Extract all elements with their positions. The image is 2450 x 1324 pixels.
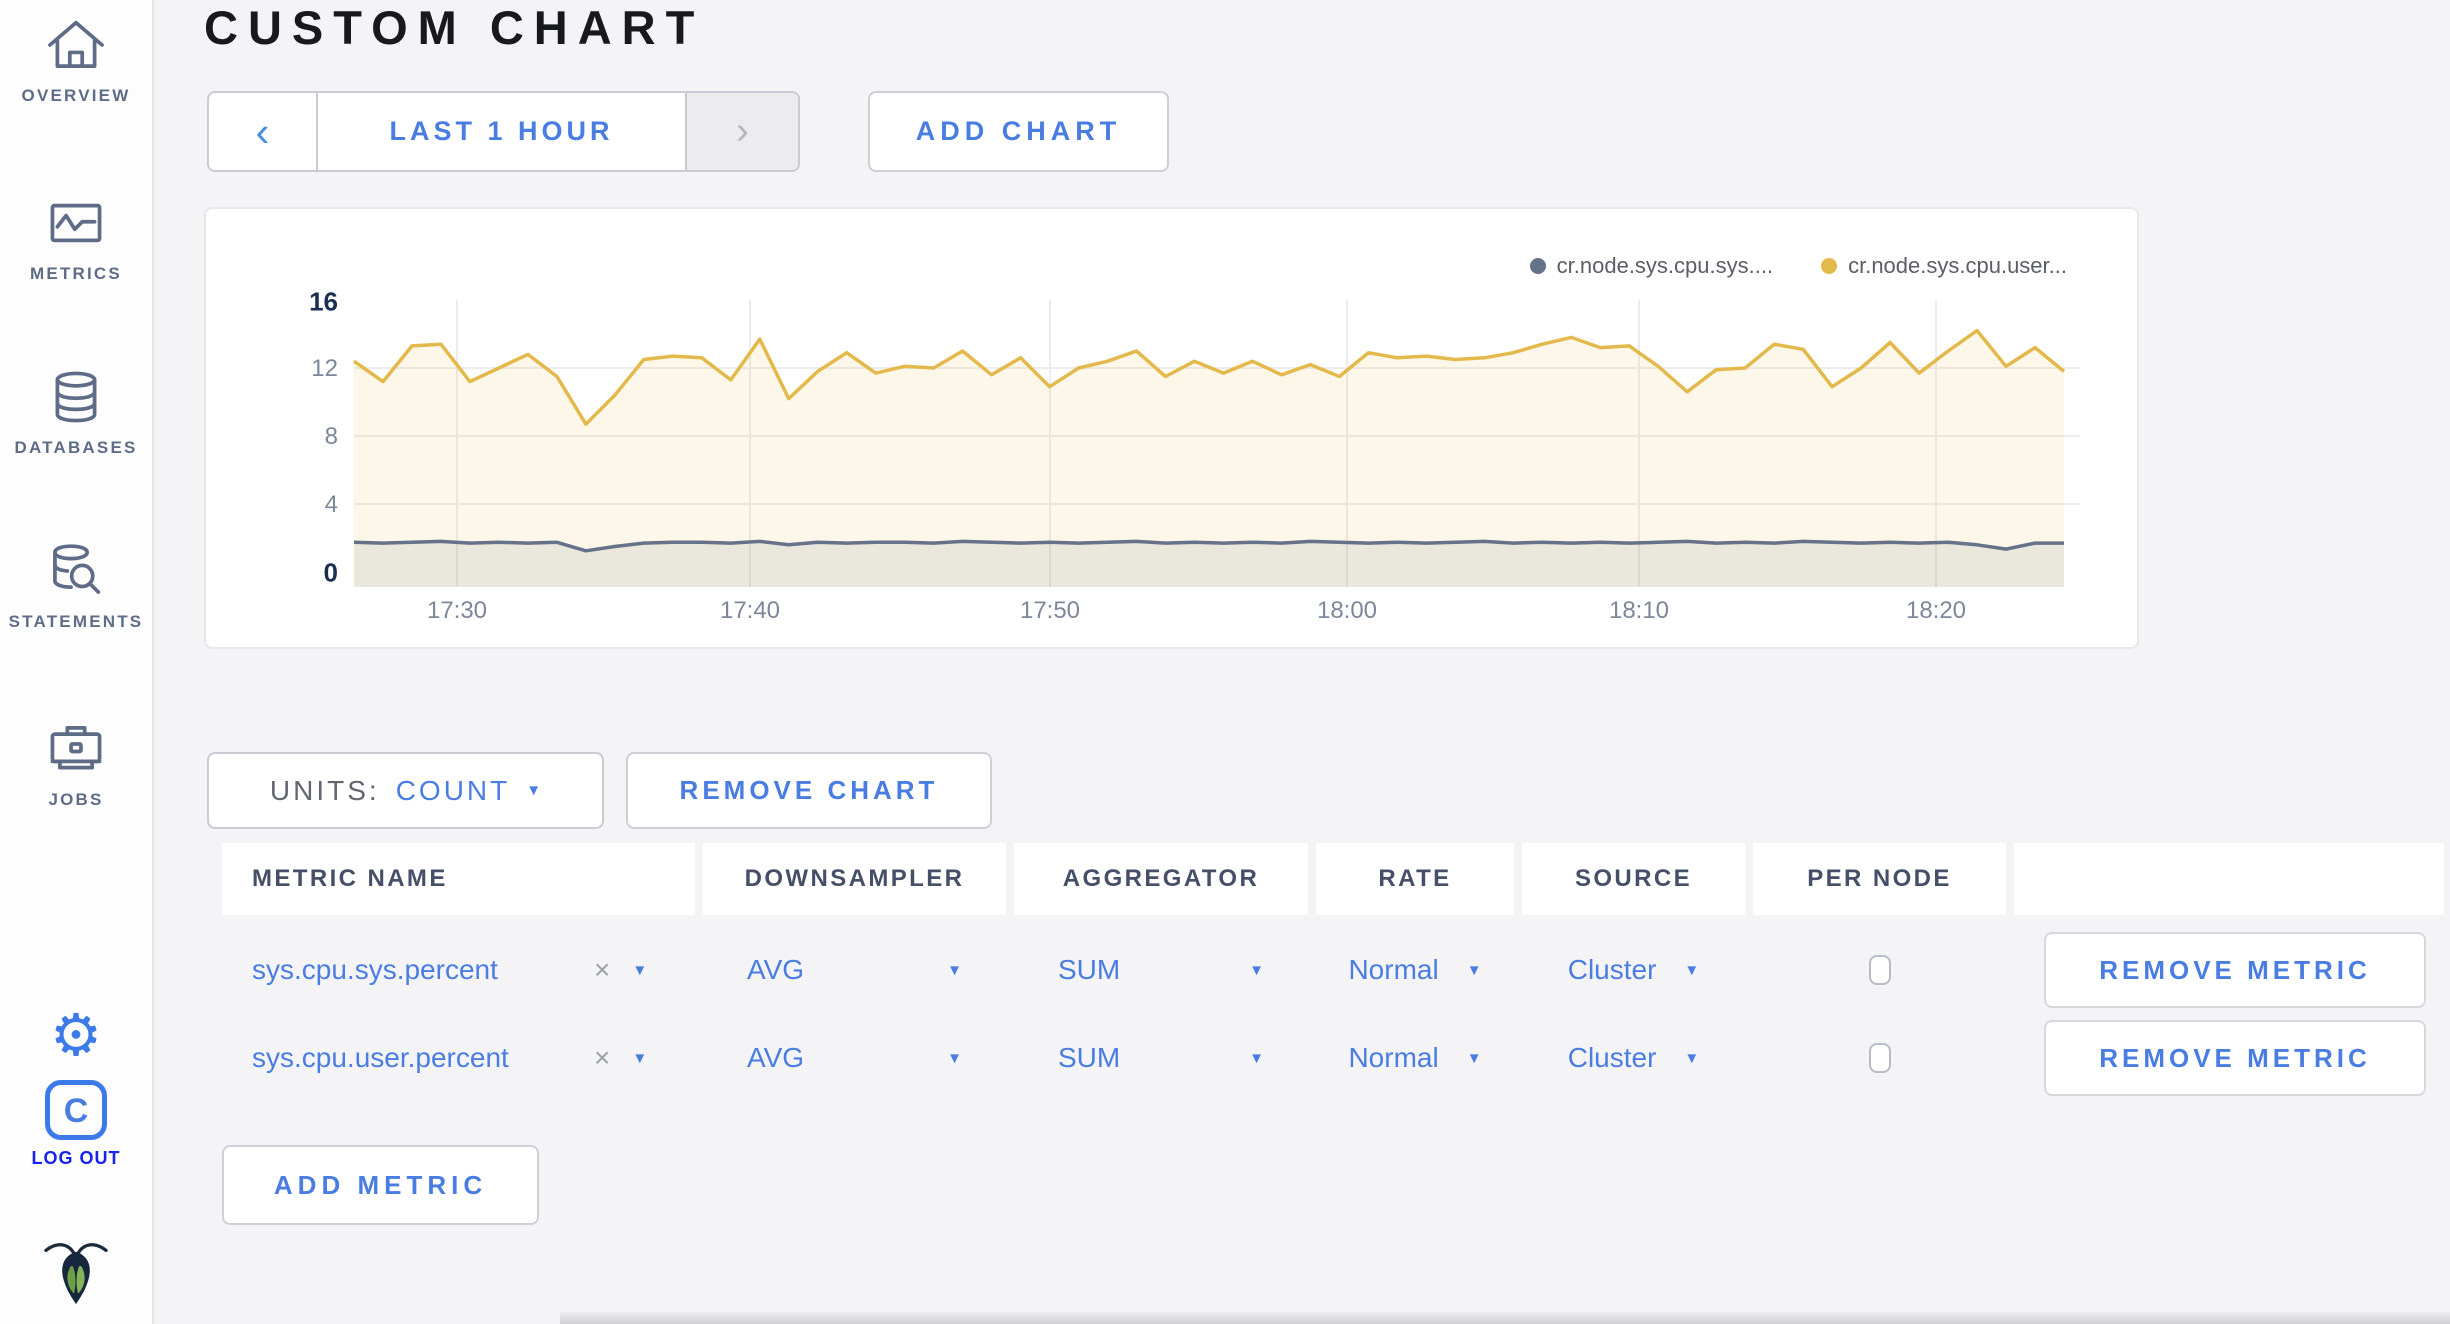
metric-name-dropdown[interactable]: sys.cpu.sys.percent xyxy=(222,954,498,986)
units-value: COUNT xyxy=(395,774,511,806)
caret-down-icon: ▼ xyxy=(1249,1049,1264,1067)
column-header-rate: RATE xyxy=(1316,843,1514,915)
sidebar-item-metrics[interactable]: METRICS xyxy=(0,192,152,284)
x-axis-tick: 18:00 xyxy=(1316,597,1378,624)
sidebar-item-overview[interactable]: OVERVIEW xyxy=(0,14,152,106)
cockroach-c-logo-icon: C xyxy=(45,1080,107,1140)
x-axis-tick: 17:30 xyxy=(426,597,488,624)
chart-svg xyxy=(352,300,2080,587)
sidebar-item-jobs[interactable]: JOBS xyxy=(0,718,152,810)
source-select[interactable]: Cluster ▼ xyxy=(1522,930,1745,1010)
time-window-selector: ‹ LAST 1 HOUR › xyxy=(207,91,800,172)
metric-name-dropdown[interactable]: sys.cpu.user.percent xyxy=(222,1042,509,1074)
downsampler-value: AVG xyxy=(747,954,805,985)
time-window-label: LAST 1 HOUR xyxy=(389,116,614,146)
y-axis-tick: 12 xyxy=(311,355,338,382)
settings-button[interactable]: ⚙ xyxy=(0,1004,152,1068)
caret-down-icon: ▼ xyxy=(1684,961,1700,979)
remove-metric-button[interactable]: REMOVE METRIC xyxy=(2044,932,2426,1008)
aggregator-select[interactable]: SUM ▼ xyxy=(1014,1018,1308,1098)
chevron-right-icon: › xyxy=(736,110,749,152)
database-icon xyxy=(0,366,152,428)
column-header-source: SOURCE xyxy=(1522,843,1745,915)
caret-down-icon: ▼ xyxy=(1466,1049,1482,1067)
remove-chart-button[interactable]: REMOVE CHART xyxy=(626,752,992,829)
sidebar-item-label: JOBS xyxy=(48,790,104,809)
home-icon xyxy=(0,14,152,76)
scroll-shadow xyxy=(560,1310,2450,1324)
y-axis-tick: 16 xyxy=(309,286,338,317)
caret-down-icon: ▼ xyxy=(1684,1049,1700,1067)
caret-down-icon: ▼ xyxy=(947,1049,962,1067)
x-axis-tick: 18:10 xyxy=(1608,597,1670,624)
rate-select[interactable]: Normal ▼ xyxy=(1316,930,1514,1010)
y-axis-tick: 8 xyxy=(324,423,338,450)
column-header-downsampler: DOWNSAMPLER xyxy=(703,843,1006,915)
add-metric-button[interactable]: ADD METRIC xyxy=(222,1145,539,1225)
aggregator-value: SUM xyxy=(1058,1042,1121,1073)
statements-search-icon xyxy=(0,540,152,602)
time-next-button[interactable]: › xyxy=(685,93,798,170)
chart-card: cr.node.sys.cpu.sys.... cr.node.sys.cpu.… xyxy=(204,207,2139,649)
x-axis-tick: 17:40 xyxy=(719,597,781,624)
aggregator-value: SUM xyxy=(1058,954,1121,985)
column-header-actions xyxy=(2014,843,2444,915)
downsampler-select[interactable]: AVG ▼ xyxy=(703,930,1006,1010)
chevron-left-icon: ‹ xyxy=(255,107,270,155)
admin-ui-custom-chart-page: OVERVIEW METRICS DATABASES STATEMENTS JO… xyxy=(0,0,2450,1324)
caret-down-icon[interactable]: ▼ xyxy=(632,962,647,979)
sidebar-item-label: DATABASES xyxy=(14,438,138,457)
metrics-table-header: METRIC NAME DOWNSAMPLER AGGREGATOR RATE … xyxy=(222,843,2444,915)
sidebar-item-databases[interactable]: DATABASES xyxy=(0,366,152,458)
downsampler-select[interactable]: AVG ▼ xyxy=(703,1018,1006,1098)
source-select[interactable]: Cluster ▼ xyxy=(1522,1018,1745,1098)
add-chart-button[interactable]: ADD CHART xyxy=(868,91,1169,172)
x-axis-tick: 17:50 xyxy=(1019,597,1081,624)
caret-down-icon: ▼ xyxy=(947,961,962,979)
rate-value: Normal xyxy=(1348,1042,1439,1073)
y-axis-tick: 0 xyxy=(323,557,338,588)
caret-down-icon: ▼ xyxy=(1466,961,1482,979)
caret-down-icon: ▼ xyxy=(1249,961,1264,979)
units-label: UNITS: xyxy=(269,774,380,806)
column-header-metric-name: METRIC NAME xyxy=(222,843,695,915)
metrics-chart-icon xyxy=(0,192,152,254)
y-axis-tick: 4 xyxy=(324,491,338,518)
downsampler-value: AVG xyxy=(747,1042,805,1073)
column-header-per-node: PER NODE xyxy=(1753,843,2006,915)
per-node-checkbox[interactable] xyxy=(1868,1043,1891,1073)
table-row: sys.cpu.user.percent × ▼ AVG ▼ SUM ▼ Nor… xyxy=(222,1018,2444,1098)
per-node-checkbox[interactable] xyxy=(1868,955,1891,985)
page-title: CUSTOM CHART xyxy=(204,1,705,54)
caret-down-icon[interactable]: ▼ xyxy=(632,1050,647,1067)
rate-select[interactable]: Normal ▼ xyxy=(1316,1018,1514,1098)
caret-down-icon: ▼ xyxy=(526,782,542,799)
source-value: Cluster xyxy=(1567,1042,1657,1073)
time-prev-button[interactable]: ‹ xyxy=(209,93,318,170)
sidebar-item-label: STATEMENTS xyxy=(8,612,144,631)
column-header-aggregator: AGGREGATOR xyxy=(1014,843,1308,915)
time-window-dropdown[interactable]: LAST 1 HOUR xyxy=(318,93,685,170)
x-axis-tick: 18:20 xyxy=(1905,597,1967,624)
rate-value: Normal xyxy=(1348,954,1439,985)
sidebar-item-statements[interactable]: STATEMENTS xyxy=(0,540,152,632)
sidebar-item-label: METRICS xyxy=(30,264,122,283)
logout-label: LOG OUT xyxy=(31,1148,121,1168)
clear-metric-icon[interactable]: × xyxy=(594,1042,610,1074)
table-row: sys.cpu.sys.percent × ▼ AVG ▼ SUM ▼ Norm… xyxy=(222,930,2444,1010)
clear-metric-icon[interactable]: × xyxy=(594,954,610,986)
source-value: Cluster xyxy=(1567,954,1657,985)
logout-button[interactable]: C LOG OUT xyxy=(0,1080,152,1169)
sidebar: OVERVIEW METRICS DATABASES STATEMENTS JO… xyxy=(0,0,154,1324)
briefcase-icon xyxy=(0,718,152,780)
units-dropdown[interactable]: UNITS: COUNT ▼ xyxy=(207,752,604,829)
gear-icon: ⚙ xyxy=(50,1003,102,1068)
remove-metric-button[interactable]: REMOVE METRIC xyxy=(2044,1020,2426,1096)
sidebar-item-label: OVERVIEW xyxy=(21,86,131,105)
aggregator-select[interactable]: SUM ▼ xyxy=(1014,930,1308,1010)
cockroachdb-bug-logo-icon xyxy=(0,1236,152,1308)
